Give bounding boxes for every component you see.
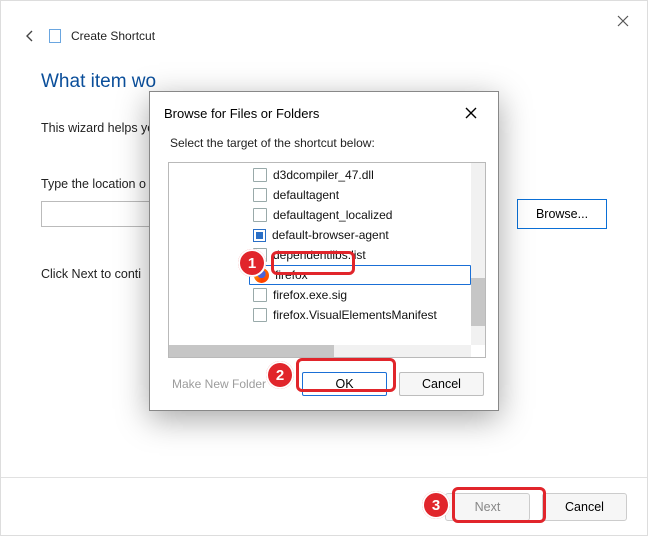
wizard-close-button[interactable]	[613, 11, 633, 31]
file-item[interactable]: firefox.VisualElementsManifest	[249, 305, 471, 325]
file-icon	[253, 208, 267, 222]
close-icon	[465, 107, 477, 119]
exe-icon	[253, 229, 266, 242]
file-item[interactable]: default-browser-agent	[249, 225, 471, 245]
vertical-scrollbar[interactable]	[471, 163, 485, 345]
browse-button[interactable]: Browse...	[517, 199, 607, 229]
close-icon	[617, 15, 629, 27]
ok-button[interactable]: OK	[302, 372, 387, 396]
file-tree[interactable]: d3dcompiler_47.dll defaultagent defaultage…	[168, 162, 486, 358]
file-label: firefox.exe.sig	[273, 288, 347, 302]
file-label: default-browser-agent	[272, 228, 389, 242]
modal-actions: Make New Folder OK Cancel	[150, 358, 498, 410]
file-icon	[253, 308, 267, 322]
file-label: defaultagent_localized	[273, 208, 392, 222]
file-label: firefox.VisualElementsManifest	[273, 308, 437, 322]
file-item[interactable]: dependentlibs.list	[249, 245, 471, 265]
horizontal-scrollbar[interactable]	[169, 345, 471, 357]
cancel-button[interactable]: Cancel	[542, 493, 627, 521]
callout-number-next: 3	[422, 491, 450, 519]
scroll-thumb[interactable]	[471, 278, 485, 326]
modal-cancel-button[interactable]: Cancel	[399, 372, 484, 396]
make-new-folder-button: Make New Folder	[166, 373, 272, 395]
wizard-button-bar: Next Cancel	[1, 477, 647, 535]
browse-modal: Browse for Files or Folders Select the t…	[149, 91, 499, 411]
file-item[interactable]: defaultagent	[249, 185, 471, 205]
file-item[interactable]: firefox.exe.sig	[249, 285, 471, 305]
callout-number-ok: 2	[266, 361, 294, 389]
file-label: defaultagent	[273, 188, 339, 202]
callout-number-firefox: 1	[238, 249, 266, 277]
file-icon	[253, 168, 267, 182]
next-button[interactable]: Next	[445, 493, 530, 521]
file-label: dependentlibs.list	[273, 248, 366, 262]
file-label: d3dcompiler_47.dll	[273, 168, 374, 182]
file-label: firefox	[275, 268, 308, 282]
modal-title: Browse for Files or Folders	[164, 106, 319, 121]
file-item[interactable]: defaultagent_localized	[249, 205, 471, 225]
file-icon	[253, 188, 267, 202]
back-arrow-icon	[23, 29, 37, 43]
modal-titlebar: Browse for Files or Folders	[150, 92, 498, 130]
shortcut-icon	[49, 29, 61, 43]
modal-close-button[interactable]	[456, 102, 486, 124]
wizard-header: Create Shortcut	[21, 27, 155, 45]
file-icon	[253, 288, 267, 302]
wizard-heading: What item wo	[41, 71, 607, 93]
modal-subtitle: Select the target of the shortcut below:	[150, 130, 498, 158]
file-item[interactable]: d3dcompiler_47.dll	[249, 165, 471, 185]
wizard-title: Create Shortcut	[71, 29, 155, 43]
file-item[interactable]: firefox	[249, 265, 471, 285]
scroll-thumb[interactable]	[169, 345, 334, 357]
back-button[interactable]	[21, 27, 39, 45]
